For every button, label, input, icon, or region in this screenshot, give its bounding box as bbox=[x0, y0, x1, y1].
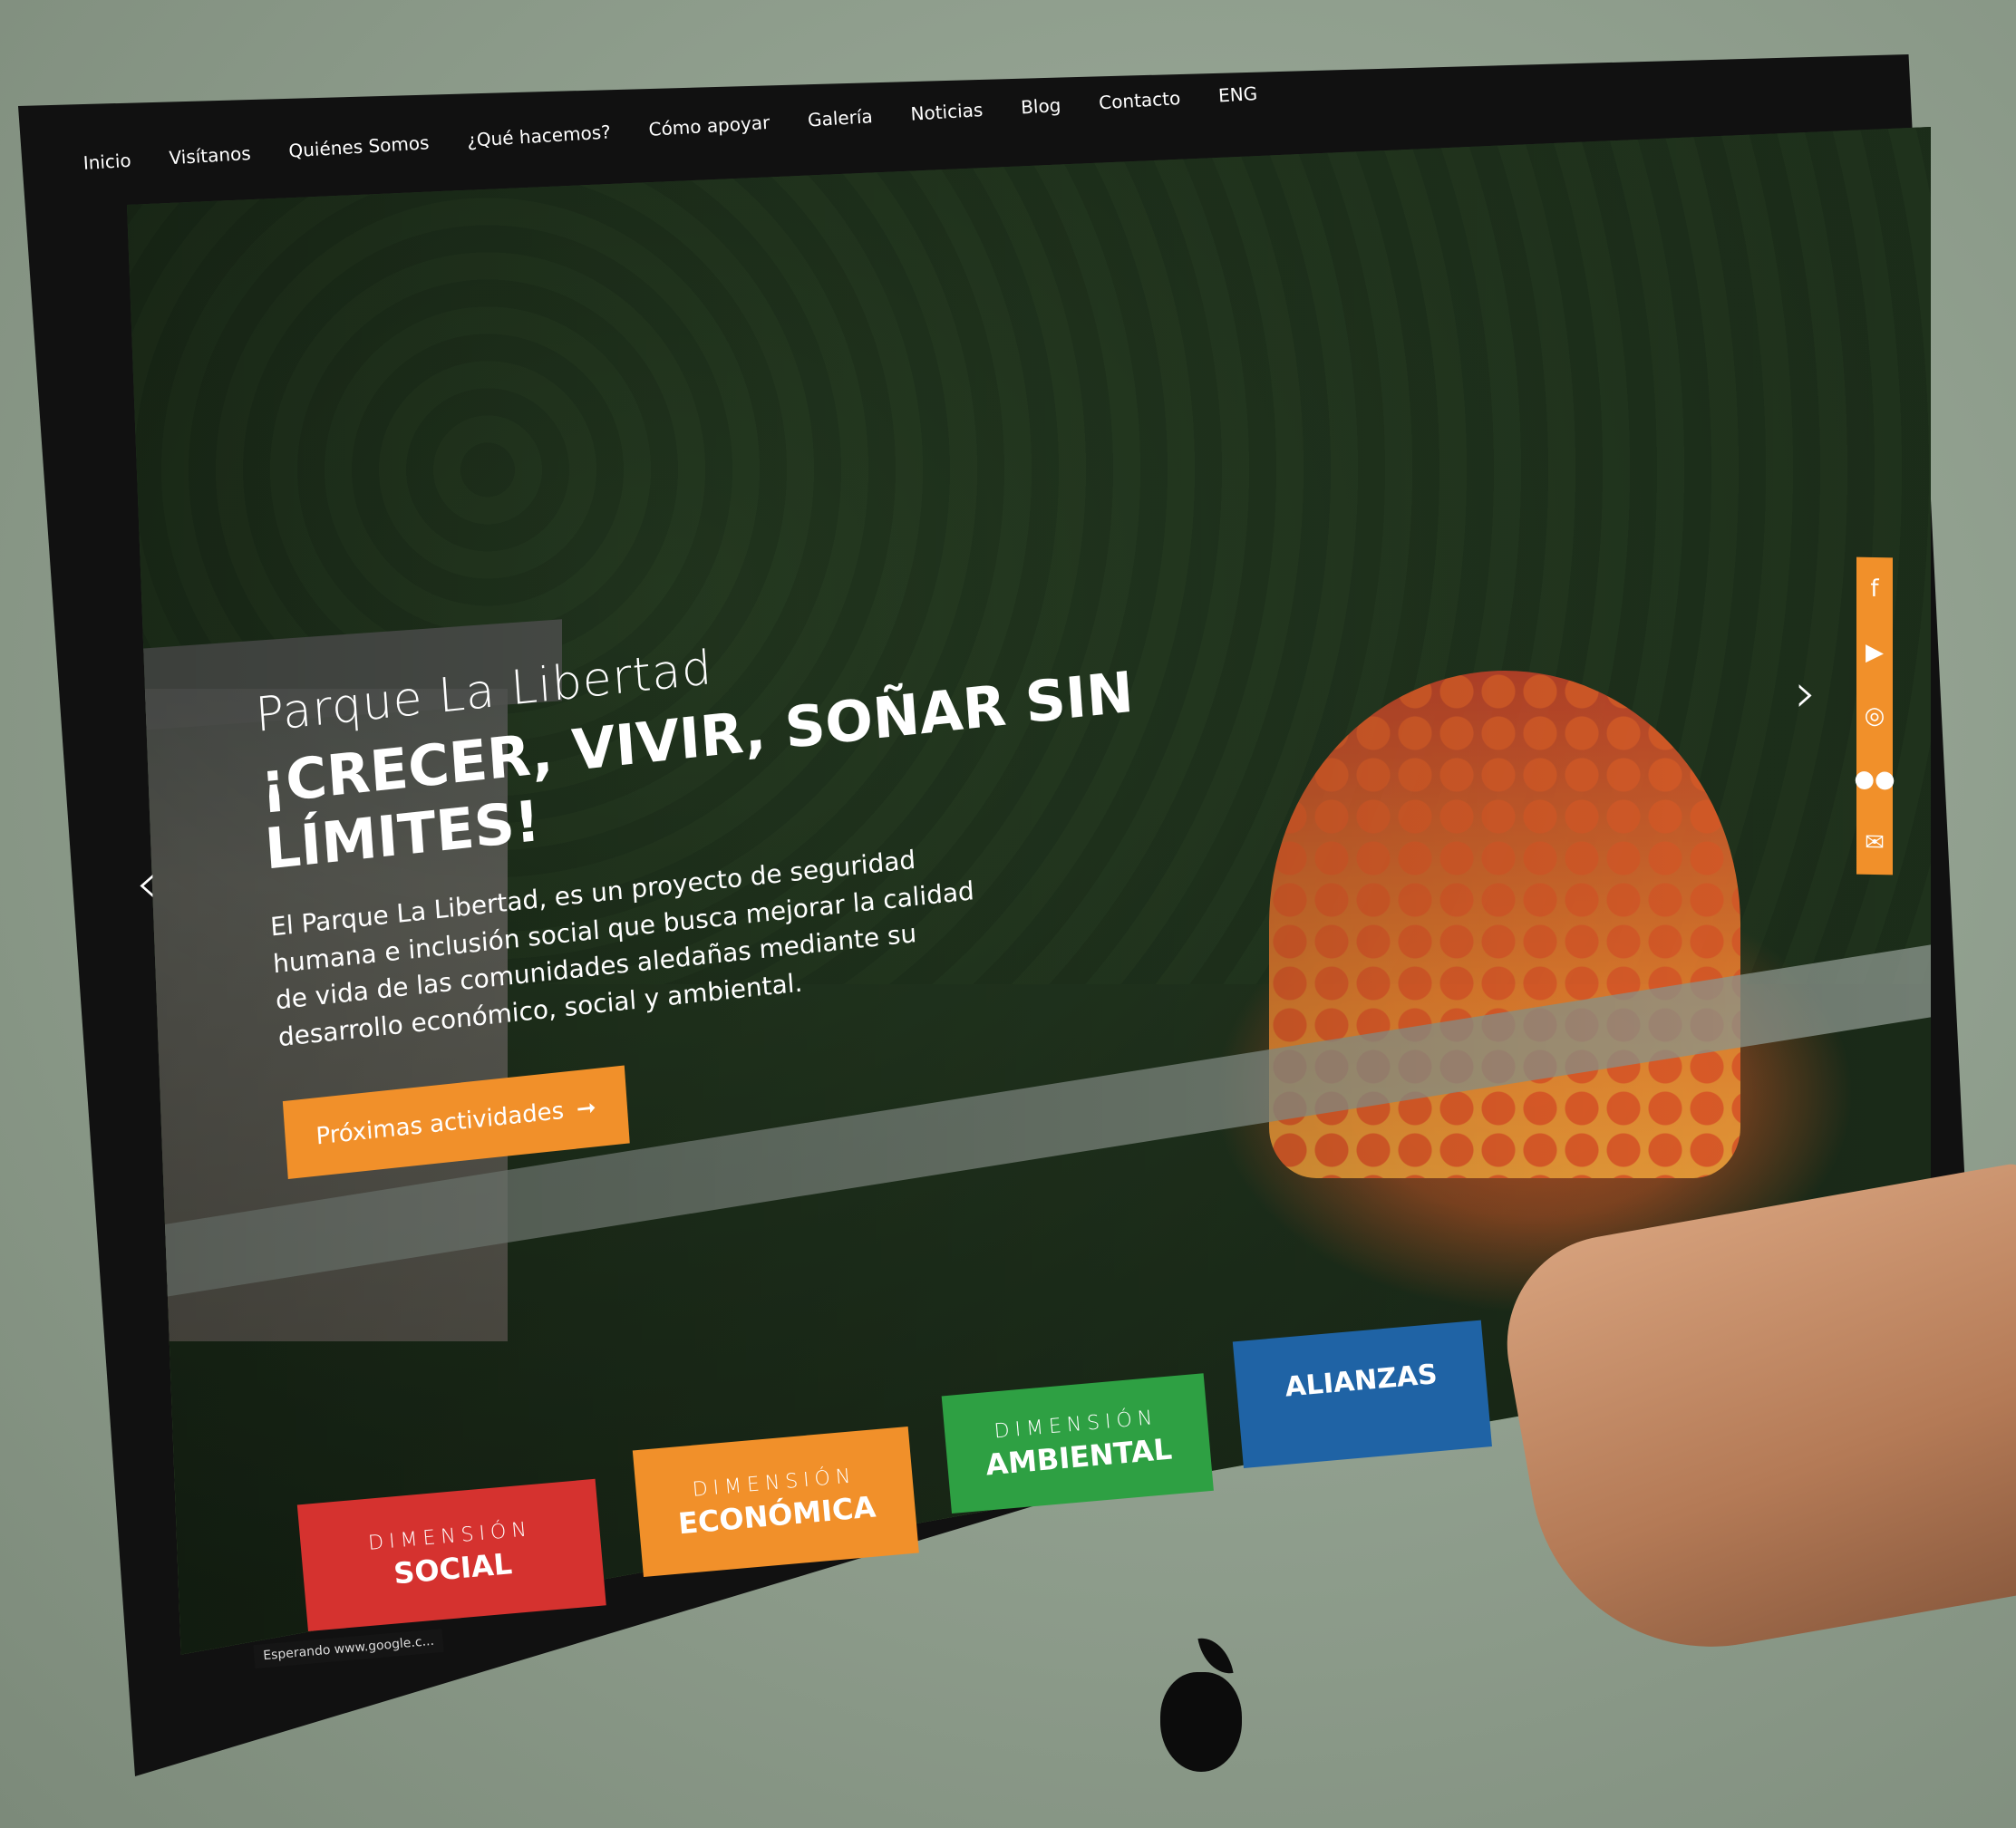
carousel-next-icon[interactable]: › bbox=[1795, 662, 1817, 725]
flickr-icon[interactable]: ●● bbox=[1854, 766, 1895, 794]
hero-section: Parque La Libertad ¡CRECER, VIVIR, SOÑAR… bbox=[254, 585, 1280, 1180]
nav-item-galeria[interactable]: Galería bbox=[807, 105, 873, 131]
mail-icon[interactable]: ✉ bbox=[1865, 829, 1885, 856]
tile-dimension-economica[interactable]: DIMENSIÓN ECONÓMICA bbox=[632, 1426, 919, 1577]
facebook-icon[interactable]: f bbox=[1870, 575, 1878, 603]
nav-item-inicio[interactable]: Inicio bbox=[82, 150, 131, 174]
nav-item-blog[interactable]: Blog bbox=[1020, 94, 1061, 119]
tile-dimension-ambiental[interactable]: DIMENSIÓN AMBIENTAL bbox=[941, 1373, 1214, 1514]
instagram-icon[interactable]: ◎ bbox=[1865, 702, 1885, 730]
tile-alianzas[interactable]: ALIANZAS bbox=[1232, 1320, 1492, 1468]
tile-name: ALIANZAS bbox=[1284, 1358, 1439, 1404]
youtube-icon[interactable]: ▶ bbox=[1866, 639, 1884, 666]
nav-item-como-apoyar[interactable]: Cómo apoyar bbox=[648, 111, 771, 140]
tile-dimension-social[interactable]: DIMENSIÓN SOCIAL bbox=[296, 1478, 606, 1631]
nav-item-noticias[interactable]: Noticias bbox=[910, 99, 984, 125]
nav-item-que-hacemos[interactable]: ¿Qué hacemos? bbox=[467, 121, 612, 150]
nav-item-quienes-somos[interactable]: Quiénes Somos bbox=[288, 131, 430, 161]
nav-item-contacto[interactable]: Contacto bbox=[1099, 87, 1181, 113]
social-sidebar: f ▶ ◎ ●● ✉ bbox=[1854, 556, 1895, 875]
tile-name: SOCIAL bbox=[392, 1545, 514, 1591]
nav-item-visitanos[interactable]: Visítanos bbox=[169, 142, 251, 169]
arrow-right-icon: ➞ bbox=[575, 1094, 597, 1124]
carousel-prev-icon[interactable]: ‹ bbox=[136, 852, 158, 915]
nav-item-language[interactable]: ENG bbox=[1217, 82, 1257, 107]
apple-logo bbox=[1160, 1672, 1242, 1772]
cta-label: Próximas actividades bbox=[315, 1098, 566, 1151]
